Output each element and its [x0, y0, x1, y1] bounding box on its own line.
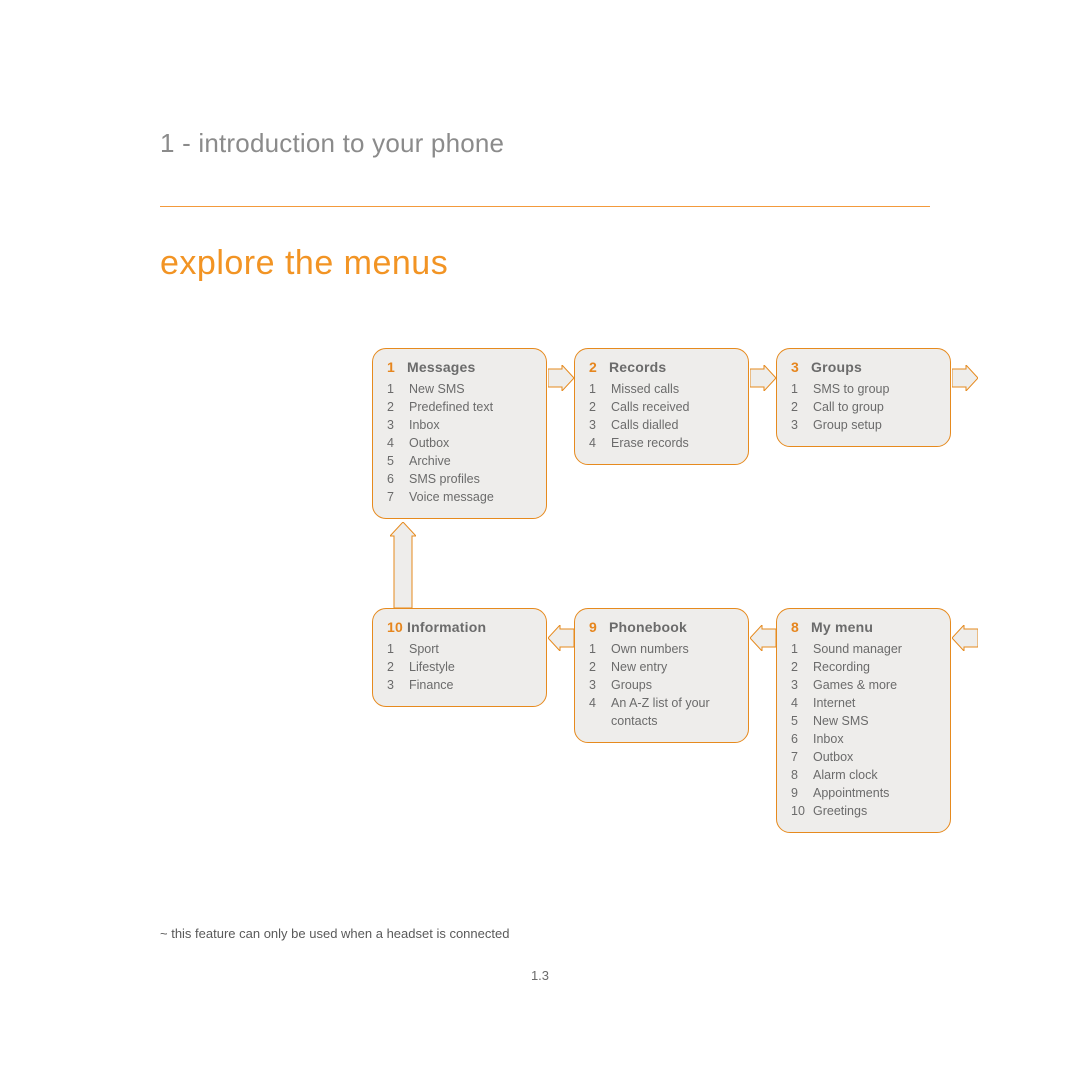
- menu-item: 7Voice message: [387, 488, 532, 506]
- manual-page: 1 - introduction to your phone explore t…: [0, 0, 1080, 1080]
- menu-item: 2Recording: [791, 658, 936, 676]
- menu-item: 9Appointments: [791, 784, 936, 802]
- menu-item: 2Predefined text: [387, 398, 532, 416]
- menu-box-information: 10Information 1Sport2Lifestyle3Finance: [372, 608, 547, 707]
- menu-item: 2New entry: [589, 658, 734, 676]
- menu-item: 3Groups: [589, 676, 734, 694]
- menu-items: 1SMS to group2Call to group3Group setup: [791, 380, 936, 434]
- menu-item: 1Own numbers: [589, 640, 734, 658]
- menu-item: 4Internet: [791, 694, 936, 712]
- arrow-right-icon: [548, 365, 574, 391]
- divider: [160, 206, 930, 207]
- chapter-heading: 1 - introduction to your phone: [160, 128, 504, 159]
- menu-item: 3Calls dialled: [589, 416, 734, 434]
- menu-item: 3Group setup: [791, 416, 936, 434]
- menu-items: 1New SMS2Predefined text3Inbox4Outbox5Ar…: [387, 380, 532, 506]
- arrow-left-icon: [750, 625, 776, 651]
- menu-items: 1Missed calls2Calls received3Calls diall…: [589, 380, 734, 452]
- menu-item: 1Sound manager: [791, 640, 936, 658]
- menu-item: 6SMS profiles: [387, 470, 532, 488]
- menu-item: 1New SMS: [387, 380, 532, 398]
- menu-item: 7Outbox: [791, 748, 936, 766]
- arrow-right-icon: [952, 365, 978, 391]
- menu-items: 1Sport2Lifestyle3Finance: [387, 640, 532, 694]
- menu-item: 1SMS to group: [791, 380, 936, 398]
- footnote: ~ this feature can only be used when a h…: [160, 926, 509, 941]
- menu-item: 3Finance: [387, 676, 532, 694]
- menu-item: 1Sport: [387, 640, 532, 658]
- menu-item: 3Inbox: [387, 416, 532, 434]
- menu-title: 8My menu: [791, 619, 936, 635]
- menu-title: 9Phonebook: [589, 619, 734, 635]
- menu-item: 3Games & more: [791, 676, 936, 694]
- menu-item: 2Lifestyle: [387, 658, 532, 676]
- menu-box-groups: 3Groups 1SMS to group2Call to group3Grou…: [776, 348, 951, 447]
- menu-item: 10Greetings: [791, 802, 936, 820]
- arrow-left-icon: [548, 625, 574, 651]
- menu-box-messages: 1Messages 1New SMS2Predefined text3Inbox…: [372, 348, 547, 519]
- section-heading: explore the menus: [160, 244, 448, 283]
- menu-item: 5New SMS: [791, 712, 936, 730]
- page-number: 1.3: [0, 968, 1080, 983]
- menu-item: 4Erase records: [589, 434, 734, 452]
- menu-box-mymenu: 8My menu 1Sound manager2Recording3Games …: [776, 608, 951, 833]
- menu-item: 4An A-Z list of your contacts: [589, 694, 734, 730]
- menu-item: 8Alarm clock: [791, 766, 936, 784]
- menu-box-phonebook: 9Phonebook 1Own numbers2New entry3Groups…: [574, 608, 749, 743]
- menu-title: 10Information: [387, 619, 532, 635]
- menu-items: 1Sound manager2Recording3Games & more4In…: [791, 640, 936, 820]
- menu-title: 1Messages: [387, 359, 532, 375]
- arrow-right-icon: [750, 365, 776, 391]
- menu-item: 4Outbox: [387, 434, 532, 452]
- menu-item: 2Calls received: [589, 398, 734, 416]
- menu-item: 5Archive: [387, 452, 532, 470]
- menu-items: 1Own numbers2New entry3Groups4An A-Z lis…: [589, 640, 734, 730]
- arrow-left-icon: [952, 625, 978, 651]
- arrow-up-icon: [390, 522, 416, 608]
- menu-title: 3Groups: [791, 359, 936, 375]
- menu-title: 2Records: [589, 359, 734, 375]
- menu-item: 6Inbox: [791, 730, 936, 748]
- menu-item: 1Missed calls: [589, 380, 734, 398]
- menu-box-records: 2Records 1Missed calls2Calls received3Ca…: [574, 348, 749, 465]
- menu-item: 2Call to group: [791, 398, 936, 416]
